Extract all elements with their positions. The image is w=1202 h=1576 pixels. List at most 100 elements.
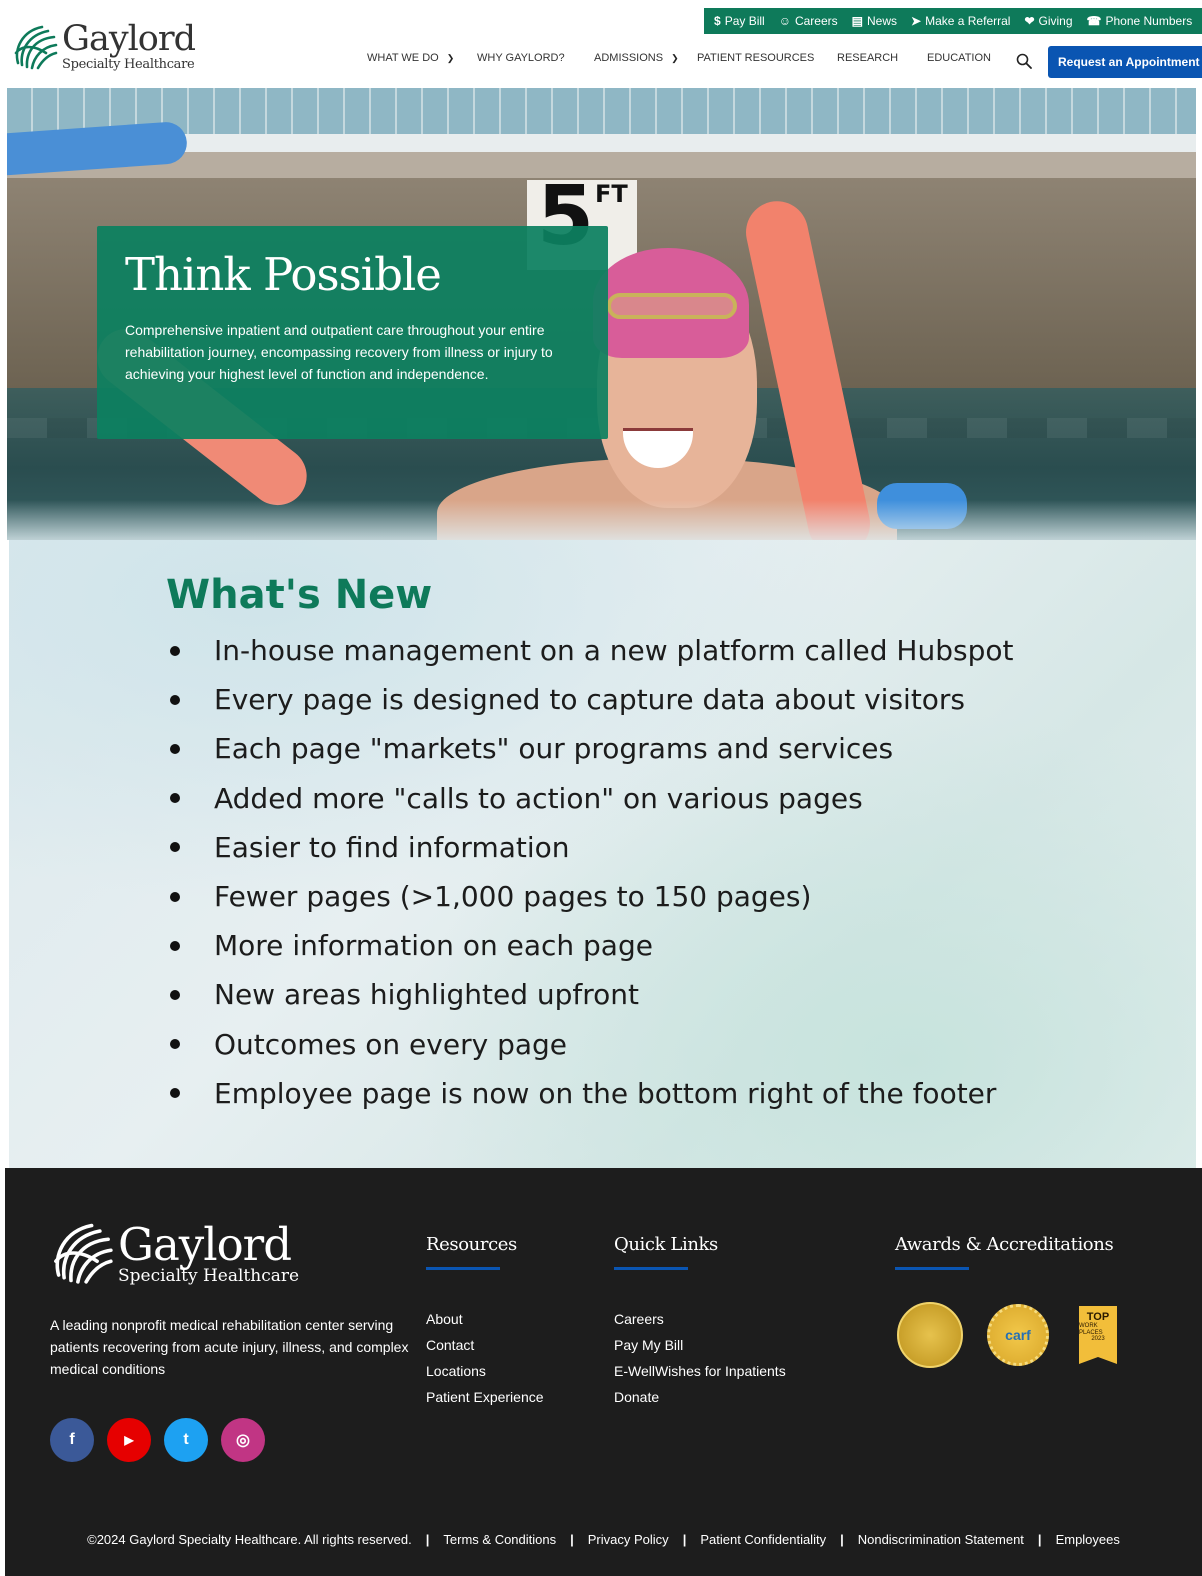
carf-seal[interactable]: carf [987, 1304, 1049, 1366]
nav-why-gaylord-label: WHY GAYLORD? [477, 52, 565, 64]
gaylord-logo-icon [54, 1223, 113, 1284]
site-header: Gaylord Specialty Healthcare $ Pay Bill ☺… [0, 0, 1202, 88]
list-item-text: New areas highlighted upfront [214, 978, 640, 1012]
bullet-icon [170, 1039, 180, 1050]
footer-logo[interactable]: Gaylord Specialty Healthcare [50, 1220, 299, 1286]
footer-link-donate[interactable]: Donate [614, 1384, 786, 1410]
nav-research-label: RESEARCH [837, 52, 899, 64]
footer-link-about[interactable]: About [426, 1306, 544, 1332]
carf-seal-label: carf [1005, 1327, 1031, 1343]
search-icon[interactable] [1016, 53, 1032, 69]
terms-link[interactable]: Terms & Conditions [443, 1532, 556, 1547]
separator: | [840, 1532, 844, 1547]
list-item-text: Each page "markets" our programs and ser… [214, 732, 894, 766]
footer-link-pay-my-bill[interactable]: Pay My Bill [614, 1332, 786, 1358]
twitter-icon[interactable]: t [164, 1418, 208, 1462]
dollar-icon: $ [714, 14, 721, 28]
hero-description: Comprehensive inpatient and outpatient c… [125, 322, 553, 382]
send-icon: ➤ [911, 14, 922, 28]
list-item: Employee page is now on the bottom right… [166, 1069, 1013, 1118]
list-item: Each page "markets" our programs and ser… [166, 724, 1013, 773]
utility-news[interactable]: ▤ News [852, 14, 897, 28]
newspaper-icon: ▤ [851, 14, 863, 28]
youtube-icon[interactable]: ▶ [107, 1418, 151, 1462]
utility-careers-label: Careers [794, 14, 838, 28]
social-links: f ▶ t ◎ [50, 1418, 265, 1462]
bullet-icon [170, 940, 180, 951]
bullet-icon [170, 989, 180, 1000]
hero-card: Think Possible Comprehensive inpatient a… [97, 226, 608, 439]
footer-quick-links-title: Quick Links [614, 1234, 718, 1255]
footer-link-locations[interactable]: Locations [426, 1358, 544, 1384]
privacy-link[interactable]: Privacy Policy [588, 1532, 669, 1547]
footer-logo-subtitle: Specialty Healthcare [118, 1265, 300, 1286]
bullet-icon [170, 891, 180, 902]
footer-awards: Awards & Accreditations [895, 1234, 1114, 1270]
nav-what-we-do-label: WHAT WE DO [367, 52, 439, 64]
gaylord-logo[interactable]: Gaylord Specialty Healthcare [12, 22, 196, 72]
nav-why-gaylord[interactable]: WHY GAYLORD? [477, 52, 594, 64]
footer-heading-underline [426, 1267, 500, 1270]
footer-heading-underline [895, 1267, 969, 1270]
list-item: New areas highlighted upfront [166, 970, 1013, 1019]
footer-resources-links: About Contact Locations Patient Experien… [426, 1306, 544, 1410]
list-item: Easier to find information [166, 823, 1013, 872]
giving-hand-icon: ❤ [1024, 14, 1035, 28]
bullet-icon [170, 743, 180, 754]
list-item: More information on each page [166, 921, 1013, 970]
footer-resources-title: Resources [426, 1234, 517, 1255]
utility-news-label: News [867, 14, 898, 28]
pool-tile-decoration [7, 88, 1196, 134]
list-item-text: Employee page is now on the bottom right… [214, 1076, 997, 1110]
nondiscrimination-link[interactable]: Nondiscrimination Statement [858, 1532, 1024, 1547]
separator: | [425, 1532, 430, 1547]
nav-admissions-label: ADMISSIONS [594, 52, 664, 64]
footer-legal-bar: ©2024 Gaylord Specialty Healthcare. All … [5, 1532, 1202, 1547]
instagram-icon[interactable]: ◎ [221, 1418, 265, 1462]
footer-link-ewellwishes[interactable]: E-WellWishes for Inpatients [614, 1358, 786, 1384]
footer-quick-links: Quick Links Careers Pay My Bill E-WellWi… [614, 1234, 786, 1410]
utility-pay-bill-label: Pay Bill [724, 14, 765, 28]
utility-pay-bill[interactable]: $ Pay Bill [714, 14, 765, 28]
nav-education-label: EDUCATION [927, 52, 991, 64]
joint-commission-seal[interactable] [897, 1302, 963, 1368]
person-icon: ☺ [778, 14, 791, 28]
utility-referral[interactable]: ➤ Make a Referral [911, 14, 1010, 28]
footer-link-careers[interactable]: Careers [614, 1306, 786, 1332]
list-item-text: In-house management on a new platform ca… [214, 634, 1014, 668]
footer-logo-name: Gaylord [118, 1217, 292, 1271]
separator: | [570, 1532, 574, 1547]
footer-quick-links-list: Careers Pay My Bill E-WellWishes for Inp… [614, 1306, 786, 1410]
patient-confidentiality-link[interactable]: Patient Confidentiality [700, 1532, 826, 1547]
nav-education[interactable]: EDUCATION [927, 52, 1007, 64]
employees-link[interactable]: Employees [1056, 1532, 1120, 1547]
request-appointment-button[interactable]: Request an Appointment [1048, 46, 1202, 78]
utility-phone[interactable]: ☎ Phone Numbers [1087, 14, 1193, 28]
nav-research[interactable]: RESEARCH [837, 52, 927, 64]
list-item: Fewer pages (>1,000 pages to 150 pages) [166, 872, 1013, 921]
top-workplaces-year: 2023 [1091, 1336, 1105, 1343]
footer-resources: Resources About Contact Locations Patien… [426, 1234, 544, 1410]
nav-patient-resources[interactable]: PATIENT RESOURCES [697, 52, 837, 64]
nav-admissions[interactable]: ADMISSIONS ❯ [594, 52, 697, 64]
gaylord-logo-icon [14, 25, 58, 69]
facebook-icon[interactable]: f [50, 1418, 94, 1462]
top-workplaces-badge[interactable]: TOP WORK PLACES 2023 [1079, 1306, 1117, 1364]
bullet-icon [170, 1088, 180, 1099]
bullet-icon [170, 645, 180, 656]
whats-new-section: What's New In-house management on a new … [9, 540, 1196, 1168]
separator: | [1037, 1532, 1042, 1547]
footer-link-patient-experience[interactable]: Patient Experience [426, 1384, 544, 1410]
bullet-icon [170, 842, 180, 853]
nav-what-we-do[interactable]: WHAT WE DO ❯ [367, 52, 477, 64]
utility-careers[interactable]: ☺ Careers [779, 14, 838, 28]
list-item: Added more "calls to action" on various … [166, 774, 1013, 823]
main-nav: WHAT WE DO ❯ WHY GAYLORD? ADMISSIONS ❯ PAT… [367, 52, 1007, 64]
logo-subtitle: Specialty Healthcare [62, 57, 195, 72]
list-item: In-house management on a new platform ca… [166, 626, 1013, 675]
nav-patient-resources-label: PATIENT RESOURCES [697, 52, 815, 64]
utility-giving[interactable]: ❤ Giving [1024, 14, 1072, 28]
list-item: Every page is designed to capture data a… [166, 675, 1013, 724]
list-item-text: Every page is designed to capture data a… [214, 683, 966, 717]
footer-link-contact[interactable]: Contact [426, 1332, 544, 1358]
